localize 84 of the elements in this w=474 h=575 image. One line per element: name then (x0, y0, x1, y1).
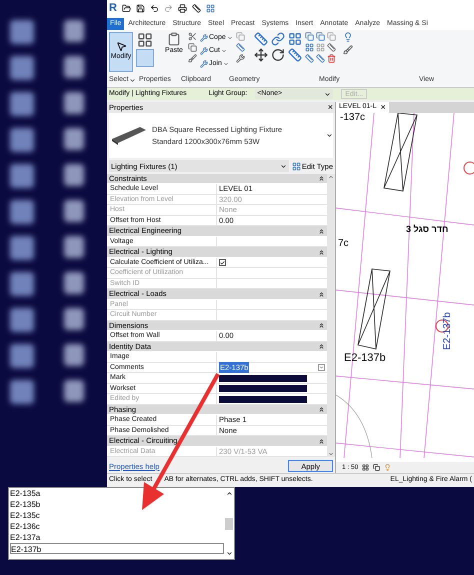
undo-icon[interactable] (150, 4, 159, 13)
move-icon[interactable] (254, 48, 268, 62)
wrench-icon (200, 34, 208, 42)
list-item[interactable]: E2-136c (10, 521, 224, 532)
dropdown-icon (280, 162, 287, 170)
caret-icon (220, 48, 227, 54)
list-item[interactable]: E2-135b (10, 499, 224, 510)
app-logo[interactable]: R (109, 0, 117, 17)
dropdown-icon[interactable] (318, 364, 325, 372)
collapse-icon[interactable] (318, 343, 325, 350)
copy-icon[interactable] (188, 43, 197, 52)
open-icon[interactable] (122, 4, 131, 13)
collapse-icon[interactable] (318, 290, 325, 298)
wrench-icon (200, 60, 208, 68)
copy-icon[interactable] (304, 32, 314, 41)
close-button[interactable]: × (380, 103, 386, 112)
desktop-icon[interactable] (64, 20, 84, 42)
caret-icon (222, 61, 229, 67)
ruler-icon[interactable] (304, 54, 314, 63)
ruler-icon[interactable] (326, 43, 336, 52)
clipboard-icon (167, 32, 181, 46)
list-item[interactable]: E2-135a (10, 488, 224, 499)
scroll-down-icon[interactable] (226, 550, 232, 557)
desktop-icon[interactable] (10, 20, 34, 44)
fixture-thumbnail-icon (112, 126, 146, 145)
dropdown-list[interactable]: E2-135a E2-135b E2-135c E2-136c E2-137a E2-137b (8, 487, 235, 560)
desktop-icon[interactable] (10, 56, 34, 80)
desktop-icon[interactable] (10, 92, 34, 116)
rotate-icon[interactable] (270, 48, 285, 62)
collapse-icon[interactable] (318, 406, 325, 414)
desktop-icon[interactable] (10, 380, 34, 404)
wrench-icon (200, 47, 208, 55)
collapse-icon[interactable] (318, 228, 325, 235)
scroll-up-icon[interactable] (226, 490, 232, 497)
desktop-icon[interactable] (64, 56, 84, 78)
desktop-icon[interactable] (10, 164, 34, 188)
desktop-icon[interactable] (64, 200, 84, 222)
fixture-label: 7c (338, 237, 349, 251)
desktop-icon[interactable] (64, 92, 84, 114)
scissors-icon[interactable] (188, 32, 197, 41)
collapse-icon[interactable] (318, 322, 325, 330)
desktop-icon[interactable] (10, 344, 34, 368)
save-icon[interactable] (136, 4, 145, 13)
ruler-icon[interactable] (316, 54, 325, 63)
list-item[interactable]: E2-137b (10, 543, 224, 554)
list-item[interactable]: E2-135c (10, 510, 224, 521)
copy-icon[interactable] (316, 32, 325, 41)
brush-icon[interactable] (188, 54, 197, 63)
ruler-icon[interactable] (236, 43, 245, 52)
desktop-icon[interactable] (10, 272, 34, 296)
redo-icon[interactable] (164, 4, 173, 13)
cursor-icon (116, 41, 126, 52)
close-button[interactable]: × (328, 103, 333, 112)
fixture-label: -137c (340, 113, 366, 123)
collapse-icon[interactable] (318, 248, 325, 256)
desktop-icon[interactable] (64, 380, 84, 402)
brush-icon[interactable] (342, 45, 353, 55)
measure-icon[interactable] (192, 4, 201, 13)
desktop-icon[interactable] (64, 344, 84, 366)
desktop-icon[interactable] (64, 128, 84, 150)
desktop-icon[interactable] (64, 308, 84, 330)
lightbulb-icon[interactable] (342, 32, 353, 42)
desktop-icon[interactable] (10, 236, 34, 260)
desktop-icon[interactable] (64, 236, 84, 258)
delete-icon[interactable] (326, 54, 336, 63)
list-item[interactable]: E2-137a (10, 532, 224, 543)
print-icon[interactable] (178, 4, 187, 13)
fixture-tag: E2-137b (440, 312, 455, 350)
desktop-icon[interactable] (64, 272, 84, 294)
dropdown-icon (324, 90, 332, 98)
desktop-icon[interactable] (10, 308, 34, 332)
desktop-icon[interactable] (64, 164, 84, 186)
caret-icon (226, 35, 233, 41)
fixture-label: E2-137b (344, 351, 386, 366)
scroll-thumb[interactable] (225, 518, 233, 530)
type-selector-icon[interactable] (326, 132, 333, 140)
room-name: חדר סגל 3 (406, 223, 448, 236)
desktop-icon[interactable] (10, 128, 34, 152)
collapse-icon[interactable] (318, 438, 325, 445)
wrench-icon[interactable] (236, 54, 245, 63)
desktop-icon[interactable] (10, 200, 34, 224)
collapse-icon[interactable] (318, 175, 325, 182)
checkbox[interactable] (219, 259, 226, 266)
array-icon[interactable] (304, 43, 314, 52)
